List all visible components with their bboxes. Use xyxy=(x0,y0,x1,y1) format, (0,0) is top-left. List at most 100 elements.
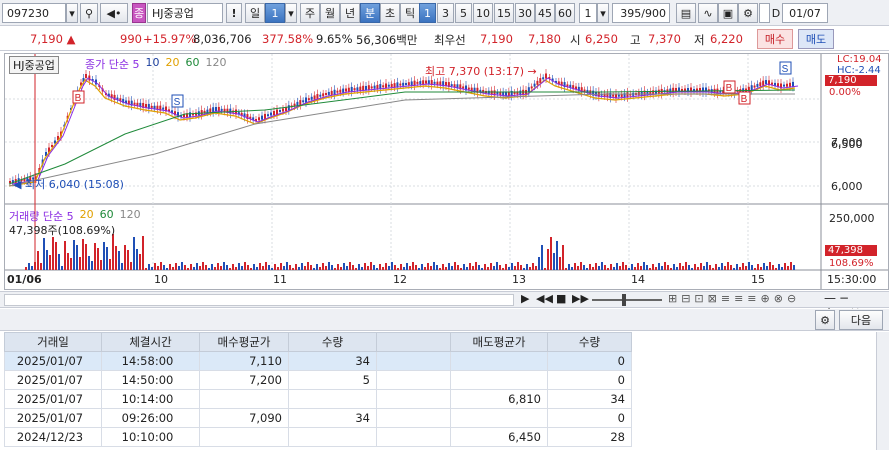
candle-body xyxy=(617,94,620,97)
volume-bar xyxy=(409,266,411,270)
volume-bar xyxy=(532,263,534,270)
stock-name-field[interactable]: HJ중공업 xyxy=(147,3,223,23)
table-row[interactable]: 2024/12/23 10:10:00 6,450 28 xyxy=(4,427,632,447)
period-tick[interactable]: 틱 xyxy=(400,3,420,23)
volume-bar xyxy=(748,262,750,270)
interval-dropdown-icon[interactable]: ▾ xyxy=(597,3,609,23)
col-buy-avg[interactable]: 매수평균가 xyxy=(199,332,289,352)
minute-step-3[interactable]: 3 xyxy=(437,3,454,23)
low-label: 저 xyxy=(694,33,705,47)
volume-bar xyxy=(709,265,711,270)
volume-bar xyxy=(421,264,423,270)
table-row[interactable]: 2025/01/07 10:14:00 6,810 34 xyxy=(4,389,632,409)
period-number[interactable]: 1 xyxy=(265,3,285,23)
price-chart-panel[interactable]: BSBBS HJ중공업 종가 단순 5 10 20 60 120 최고 7,37… xyxy=(4,53,889,290)
volume-bar xyxy=(271,268,273,270)
code-dropdown-icon[interactable]: ▾ xyxy=(66,3,78,23)
minute-step-5[interactable]: 5 xyxy=(455,3,472,23)
date-input[interactable]: 01/07 xyxy=(782,3,828,23)
period-month[interactable]: 월 xyxy=(320,3,340,23)
chart-scroll-track[interactable] xyxy=(4,294,514,306)
col-exec-time[interactable]: 체결시간 xyxy=(101,332,200,352)
stop-icon[interactable]: ■ xyxy=(556,292,566,305)
volume-bar xyxy=(316,264,318,270)
interval-input[interactable]: 1 xyxy=(579,3,597,23)
data-count-field[interactable]: 395/900 xyxy=(612,3,670,23)
date-checkbox[interactable] xyxy=(759,3,770,23)
table-row[interactable]: 2025/01/07 09:26:00 7,090 34 0 xyxy=(4,408,632,428)
drawing-tools-icons[interactable]: ⊞⊟⊡⊠≡≡≡⊕⊗⊖ xyxy=(668,292,800,305)
minute-step-1[interactable]: 1 xyxy=(419,3,436,23)
save-icon[interactable]: ▣ xyxy=(718,3,738,23)
volume-bar xyxy=(787,266,789,270)
candle-body xyxy=(433,81,436,84)
chart-type-icon[interactable]: ∿ xyxy=(698,3,718,23)
volume-bar xyxy=(769,262,771,270)
volume-bar xyxy=(715,264,717,270)
volume-bar xyxy=(148,264,150,270)
gear-icon[interactable]: ⚙ xyxy=(738,3,758,23)
volume-bar xyxy=(727,262,729,270)
period-dropdown-icon[interactable]: ▾ xyxy=(285,3,297,23)
col-buy-qty[interactable]: 수량 xyxy=(288,332,377,352)
period-year[interactable]: 년 xyxy=(340,3,360,23)
rewind-icon[interactable]: ◀◀ xyxy=(536,292,553,305)
minute-step-15[interactable]: 15 xyxy=(494,3,514,23)
turnover-rate: 9.65% xyxy=(316,32,353,46)
minute-step-45[interactable]: 45 xyxy=(535,3,555,23)
table-row[interactable]: 2025/01/07 14:58:00 7,110 34 0 xyxy=(4,351,632,371)
minute-step-30[interactable]: 30 xyxy=(515,3,535,23)
play-icon[interactable]: ▶ xyxy=(521,292,529,305)
col-sell-avg[interactable]: 매도평균가 xyxy=(450,332,548,352)
search-icon[interactable]: ⚲ xyxy=(80,3,98,23)
volume-bar xyxy=(628,268,630,270)
volume-bar xyxy=(292,268,294,270)
volume-bar xyxy=(742,263,744,270)
volume-bar xyxy=(394,265,396,270)
volume-bar xyxy=(793,265,795,270)
volume-bar xyxy=(85,244,87,270)
minute-step-60[interactable]: 60 xyxy=(555,3,575,23)
speaker-icon[interactable]: ◀• xyxy=(100,3,128,23)
candle-body xyxy=(282,108,284,112)
volume-bar xyxy=(646,265,648,270)
volume-bar xyxy=(502,268,504,270)
stock-code-input[interactable]: 097230 xyxy=(2,3,66,23)
volume-bar xyxy=(766,266,768,270)
volume-bar xyxy=(553,253,555,270)
volume-bar xyxy=(760,267,762,270)
table-settings-gear-icon[interactable]: ⚙ xyxy=(815,310,835,330)
table-scrollbar[interactable] xyxy=(876,332,889,450)
candle-body xyxy=(669,88,672,93)
sell-button[interactable]: 매도 xyxy=(798,29,834,49)
volume-bar xyxy=(112,234,114,270)
legend-ma20: 20 xyxy=(165,56,180,69)
volume-bar xyxy=(289,265,291,270)
period-second[interactable]: 초 xyxy=(380,3,400,23)
volume-pct-tag: 108.69% xyxy=(829,258,874,269)
col-sell-qty[interactable]: 수량 xyxy=(547,332,632,352)
period-day[interactable]: 일 xyxy=(245,3,265,23)
zoom-slider-handle[interactable] xyxy=(622,294,626,306)
table-row[interactable]: 2025/01/07 14:50:00 7,200 5 0 xyxy=(4,370,632,390)
chart-canvas[interactable]: B SBBS xyxy=(5,54,888,289)
buy-button[interactable]: 매수 xyxy=(757,29,793,49)
candle-body xyxy=(347,87,350,92)
col-trade-date[interactable]: 거래일 xyxy=(4,332,102,352)
volume-bar xyxy=(757,264,759,270)
chart-scroll-bar[interactable]: ▶ ◀◀ ■ ▶▶ ⊞⊟⊡⊠≡≡≡⊕⊗⊖ —−+⊐× xyxy=(0,291,889,319)
zoom-slider[interactable] xyxy=(592,299,662,301)
volume-bar xyxy=(541,245,543,270)
volume-bar xyxy=(736,264,738,270)
period-minute[interactable]: 분 xyxy=(360,3,380,23)
cell-buy-qty: 34 xyxy=(288,408,377,428)
volume-bar xyxy=(100,260,102,270)
fast-forward-icon[interactable]: ▶▶ xyxy=(572,292,589,305)
minute-step-10[interactable]: 10 xyxy=(473,3,493,23)
candle-icon[interactable]: ▤ xyxy=(676,3,696,23)
next-button[interactable]: 다음 xyxy=(839,310,883,330)
volume-bar xyxy=(436,265,438,270)
alert-icon[interactable]: ! xyxy=(226,3,242,23)
volume-bar xyxy=(457,265,459,270)
period-week[interactable]: 주 xyxy=(300,3,320,23)
